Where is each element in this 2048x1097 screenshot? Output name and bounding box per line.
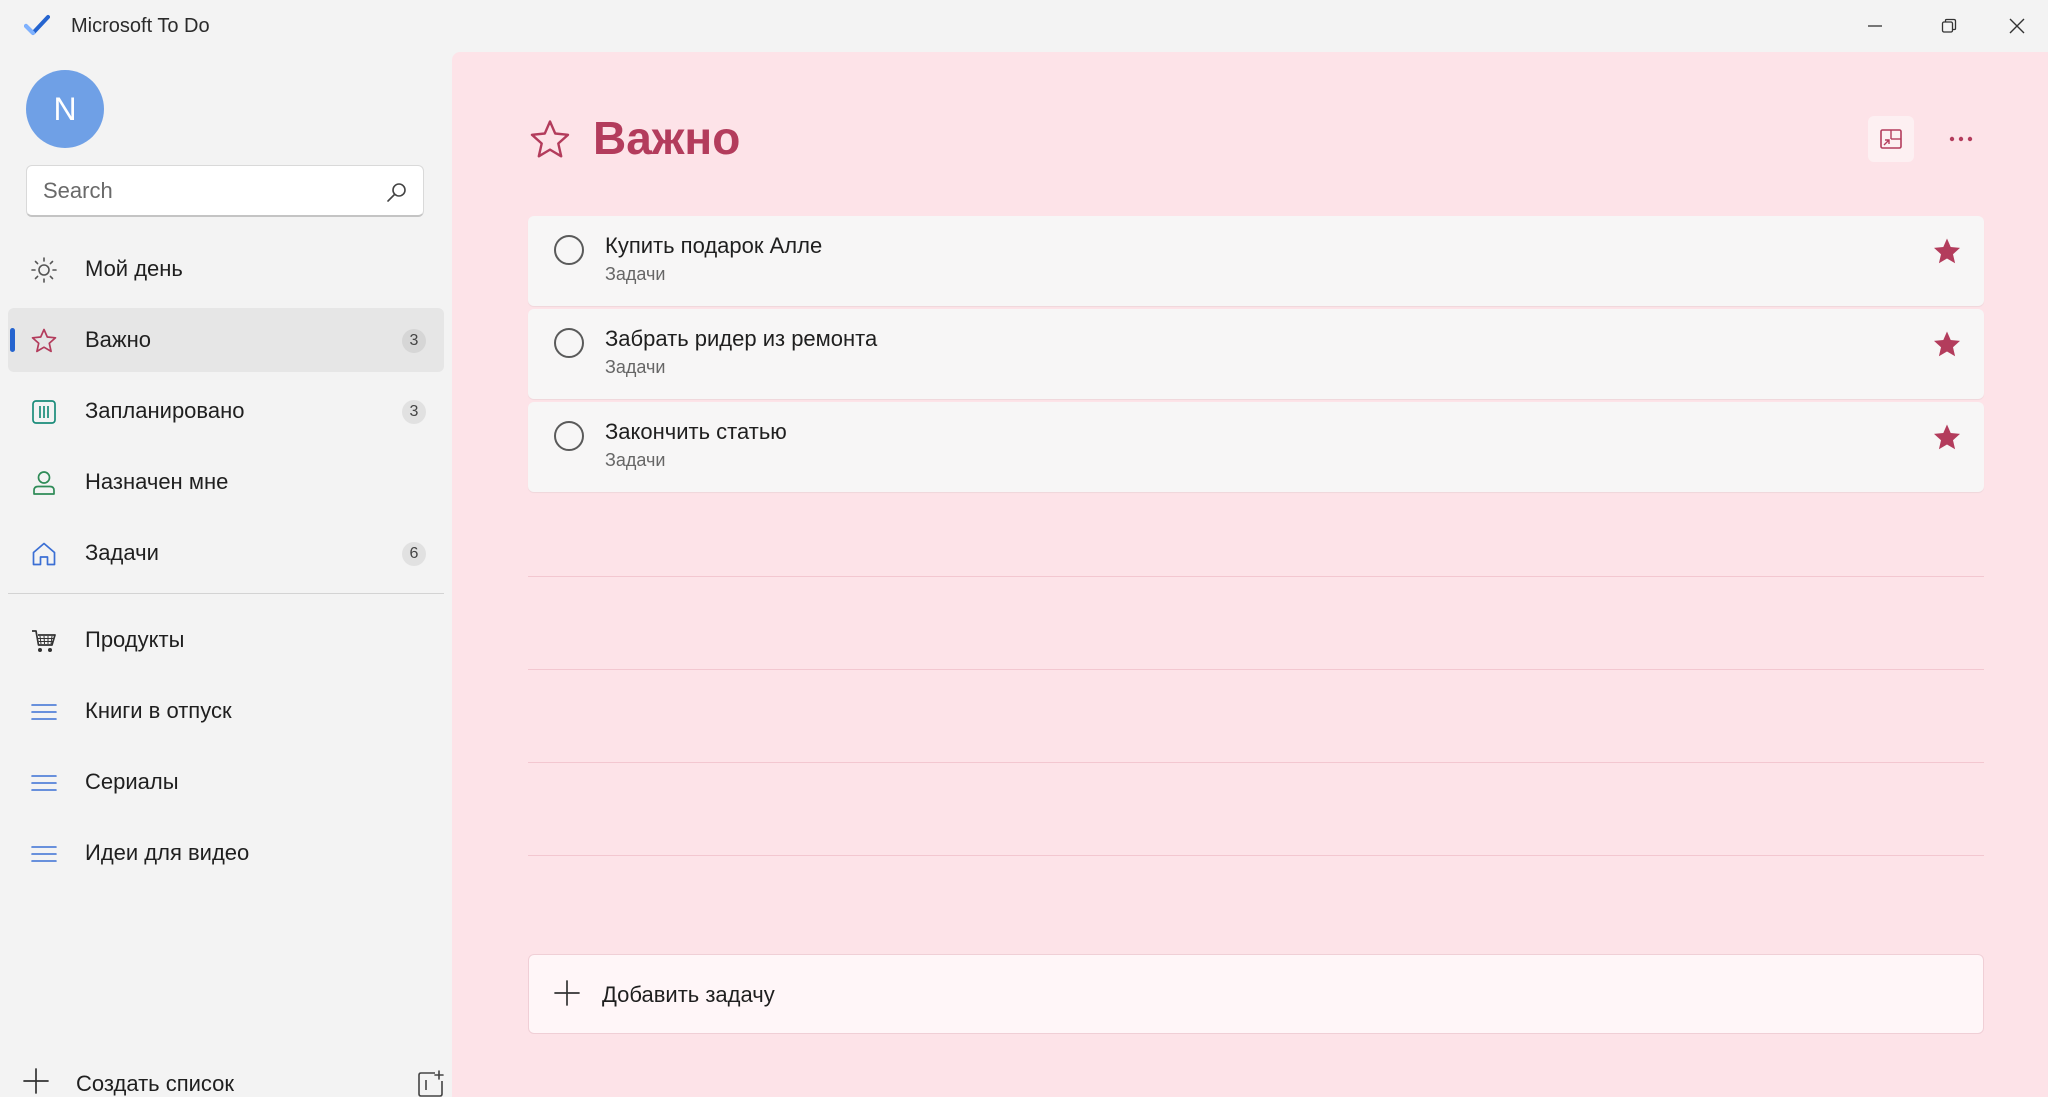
star-icon (530, 120, 570, 158)
sidebar-item-label: Запланировано (85, 398, 245, 423)
task-item[interactable]: Закончить статью Задачи (528, 402, 1984, 492)
restore-icon (1941, 18, 1957, 33)
sidebar-list-video-ideas[interactable]: Идеи для видео (8, 821, 444, 885)
new-list-label: Создать список (76, 1071, 235, 1096)
star-filled-icon[interactable] (1932, 329, 1962, 359)
sidebar-item-my-day[interactable]: Мой день (8, 237, 444, 301)
task-list-name: Задачи (605, 357, 666, 377)
sidebar-list-books[interactable]: Книги в отпуск (8, 679, 444, 743)
task-item[interactable]: Забрать ридер из ремонта Задачи (528, 309, 1984, 399)
main-panel: Важно Купить подарок Алле Задачи Забрать… (452, 52, 2048, 1097)
task-list-name: Задачи (605, 450, 666, 470)
sidebar-divider (8, 593, 444, 594)
avatar-initial: N (53, 90, 77, 127)
close-button[interactable] (1986, 0, 2048, 52)
more-options-button[interactable] (1938, 116, 1984, 162)
add-task-input[interactable] (602, 981, 1902, 1009)
list-icon (31, 775, 57, 791)
sidebar-item-label: Книги в отпуск (85, 698, 232, 723)
task-complete-checkbox[interactable] (554, 328, 584, 358)
item-count-badge: 6 (402, 542, 426, 566)
sidebar-item-important[interactable]: Важно 3 (8, 308, 444, 372)
sun-icon (31, 257, 57, 283)
home-icon (32, 542, 56, 566)
sidebar-item-label: Задачи (85, 540, 159, 565)
task-item[interactable]: Купить подарок Алле Задачи (528, 216, 1984, 306)
sidebar-item-label: Важно (85, 327, 152, 352)
add-task-bar[interactable] (528, 954, 1984, 1034)
sidebar-item-label: Идеи для видео (85, 840, 250, 865)
new-list-button[interactable]: Создать список (18, 1057, 444, 1097)
todo-logo-icon (24, 15, 50, 35)
page-title: Важно (593, 112, 741, 164)
sidebar: N Мой день Важно 3 (0, 52, 452, 1097)
sidebar-list-products[interactable]: Продукты (8, 608, 444, 672)
person-icon (33, 471, 55, 495)
minimize-icon (1868, 25, 1882, 27)
suggestions-button[interactable] (1868, 116, 1914, 162)
calendar-icon (32, 400, 56, 424)
item-count-badge: 3 (402, 329, 426, 353)
task-complete-checkbox[interactable] (554, 235, 584, 265)
sidebar-item-planned[interactable]: Запланировано 3 (8, 379, 444, 443)
avatar[interactable]: N (26, 70, 104, 148)
title-bar: Microsoft To Do (0, 0, 2048, 52)
star-icon (31, 328, 57, 353)
sidebar-item-label: Продукты (85, 627, 185, 652)
app-title: Microsoft To Do (71, 15, 210, 37)
item-count-badge: 3 (402, 400, 426, 424)
star-filled-icon[interactable] (1932, 422, 1962, 452)
empty-row-line (528, 762, 1984, 763)
more-icon (1949, 136, 1973, 142)
task-title: Закончить статью (605, 419, 787, 444)
plus-icon (23, 1068, 49, 1094)
suggestions-icon (1880, 129, 1902, 149)
list-icon (31, 846, 57, 862)
new-group-icon[interactable] (416, 1069, 446, 1097)
shopping-cart-icon (32, 630, 56, 652)
plus-icon (554, 980, 580, 1006)
list-icon (31, 704, 57, 720)
sidebar-list-series[interactable]: Сериалы (8, 750, 444, 814)
minimize-button[interactable] (1838, 0, 1912, 52)
search-input[interactable] (43, 178, 373, 204)
search-icon[interactable] (385, 180, 409, 204)
close-icon (2009, 18, 2025, 34)
task-complete-checkbox[interactable] (554, 421, 584, 451)
selection-indicator (10, 328, 15, 352)
star-filled-icon[interactable] (1932, 236, 1962, 266)
empty-row-line (528, 669, 1984, 670)
restore-button[interactable] (1912, 0, 1986, 52)
empty-row-line (528, 576, 1984, 577)
task-title: Купить подарок Алле (605, 233, 823, 258)
empty-row-line (528, 855, 1984, 856)
search-box[interactable] (26, 165, 424, 217)
sidebar-item-assigned[interactable]: Назначен мне (8, 450, 444, 514)
sidebar-item-tasks[interactable]: Задачи 6 (8, 521, 444, 585)
sidebar-item-label: Назначен мне (85, 469, 229, 494)
task-title: Забрать ридер из ремонта (605, 326, 878, 351)
sidebar-item-label: Сериалы (85, 769, 179, 794)
task-list-name: Задачи (605, 264, 666, 284)
sidebar-item-label: Мой день (85, 256, 183, 281)
